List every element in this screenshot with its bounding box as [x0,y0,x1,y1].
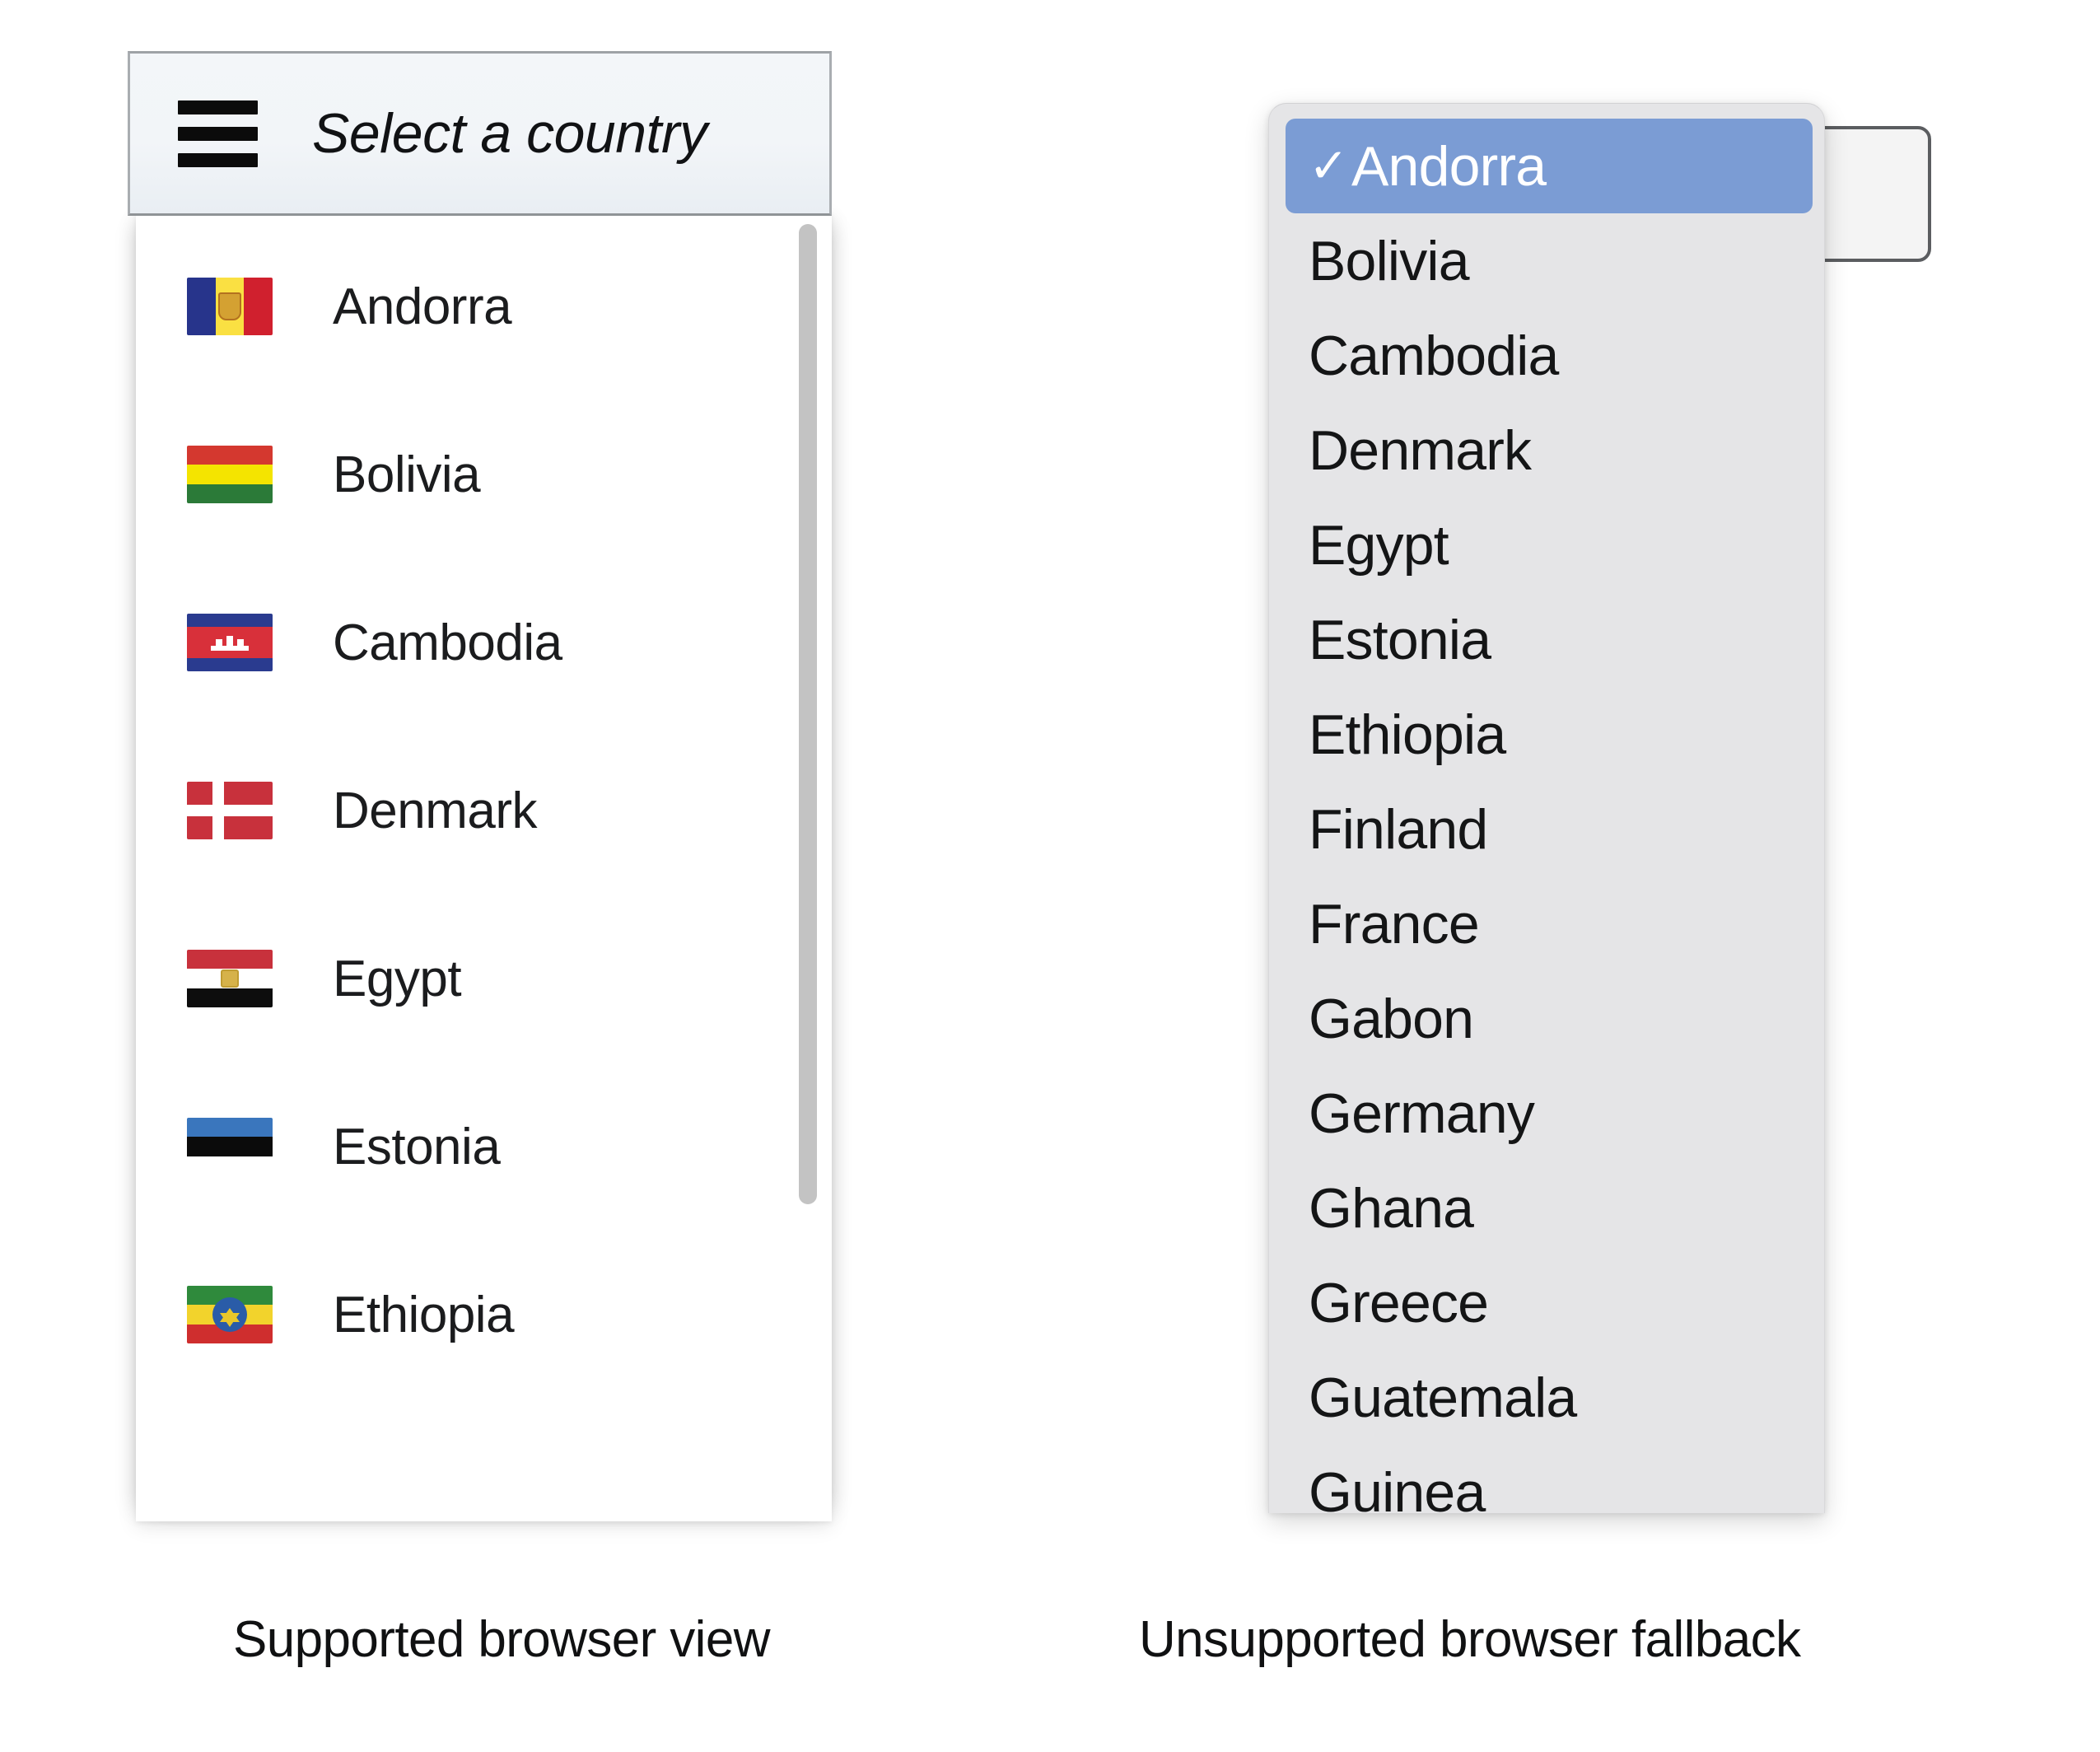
supported-browser-view: Select a country Andorra Bolivia Cambodi… [128,51,918,1521]
list-item[interactable]: Cambodia [136,558,832,726]
country-list-card: Andorra Bolivia Cambodia Denmark Egypt E… [136,213,832,1521]
scrollbar-thumb[interactable] [799,224,817,1204]
dropdown-option-label: Estonia [1309,608,1491,671]
ethiopia-flag [187,1286,273,1343]
country-list[interactable]: Andorra Bolivia Cambodia Denmark Egypt E… [136,213,832,1521]
fallback-view-caption: Unsupported browser fallback [1139,1611,1801,1668]
dropdown-option-label: Greece [1309,1271,1489,1334]
dropdown-option-label: Ghana [1309,1176,1474,1240]
list-item-label: Bolivia [333,446,481,503]
dropdown-option[interactable]: Greece [1269,1255,1824,1350]
list-item[interactable]: Andorra [136,222,832,390]
list-item-label: Cambodia [333,614,562,671]
dropdown-option-selected[interactable]: ✓ Andorra [1286,119,1813,213]
denmark-flag [187,782,273,839]
dropdown-option-label: Cambodia [1309,324,1559,387]
dropdown-option[interactable]: Egypt [1269,498,1824,592]
dropdown-option[interactable]: Finland [1269,782,1824,876]
dropdown-option[interactable]: Germany [1269,1066,1824,1161]
estonia-flag [187,1118,273,1175]
list-item-label: Ethiopia [333,1286,515,1343]
list-item-label: Denmark [333,782,538,839]
hamburger-menu-icon [178,100,258,167]
dropdown-option[interactable]: Ethiopia [1269,687,1824,782]
bolivia-flag [187,446,273,503]
dropdown-option[interactable]: Guatemala [1269,1350,1824,1445]
dropdown-option-label: Denmark [1309,418,1532,482]
list-item[interactable]: Bolivia [136,390,832,558]
dropdown-option[interactable]: Cambodia [1269,308,1824,403]
dropdown-option-label: Finland [1309,797,1488,861]
list-item-label: Estonia [333,1118,501,1175]
dropdown-option-label: Gabon [1309,987,1474,1050]
dropdown-option-label: Andorra [1351,134,1547,198]
unsupported-browser-fallback: ⌄ ✓ Andorra Bolivia Cambodia Denmark Egy… [1268,103,1931,1513]
dropdown-option[interactable]: Bolivia [1269,213,1824,308]
supported-view-caption: Supported browser view [233,1611,771,1668]
list-item-label: Egypt [333,950,462,1007]
country-list-scrollbar[interactable] [796,213,820,1521]
andorra-flag [187,278,273,335]
dropdown-option[interactable]: Guinea [1269,1445,1824,1514]
native-select-dropdown[interactable]: ✓ Andorra Bolivia Cambodia Denmark Egypt… [1268,103,1825,1513]
egypt-flag [187,950,273,1007]
list-item[interactable]: Estonia [136,1063,832,1231]
dropdown-option-label: Guatemala [1309,1366,1577,1429]
select-button-label: Select a country [312,102,707,165]
list-item[interactable]: Egypt [136,895,832,1063]
dropdown-option[interactable]: Gabon [1269,971,1824,1066]
list-item[interactable]: Ethiopia [136,1231,832,1399]
dropdown-option-label: Guinea [1309,1460,1486,1514]
dropdown-option-label: Ethiopia [1309,703,1506,766]
list-item[interactable]: Denmark [136,726,832,895]
dropdown-option[interactable]: France [1269,876,1824,971]
dropdown-option-label: France [1309,892,1480,955]
dropdown-option[interactable]: Estonia [1269,592,1824,687]
dropdown-option[interactable]: Ghana [1269,1161,1824,1255]
dropdown-option[interactable]: Denmark [1269,403,1824,498]
list-item-label: Andorra [333,278,512,335]
dropdown-option-label: Germany [1309,1082,1535,1145]
dropdown-option-label: Egypt [1309,513,1449,577]
cambodia-flag [187,614,273,671]
check-icon: ✓ [1309,138,1349,193]
dropdown-option-label: Bolivia [1309,229,1470,292]
select-a-country-button[interactable]: Select a country [128,51,832,216]
